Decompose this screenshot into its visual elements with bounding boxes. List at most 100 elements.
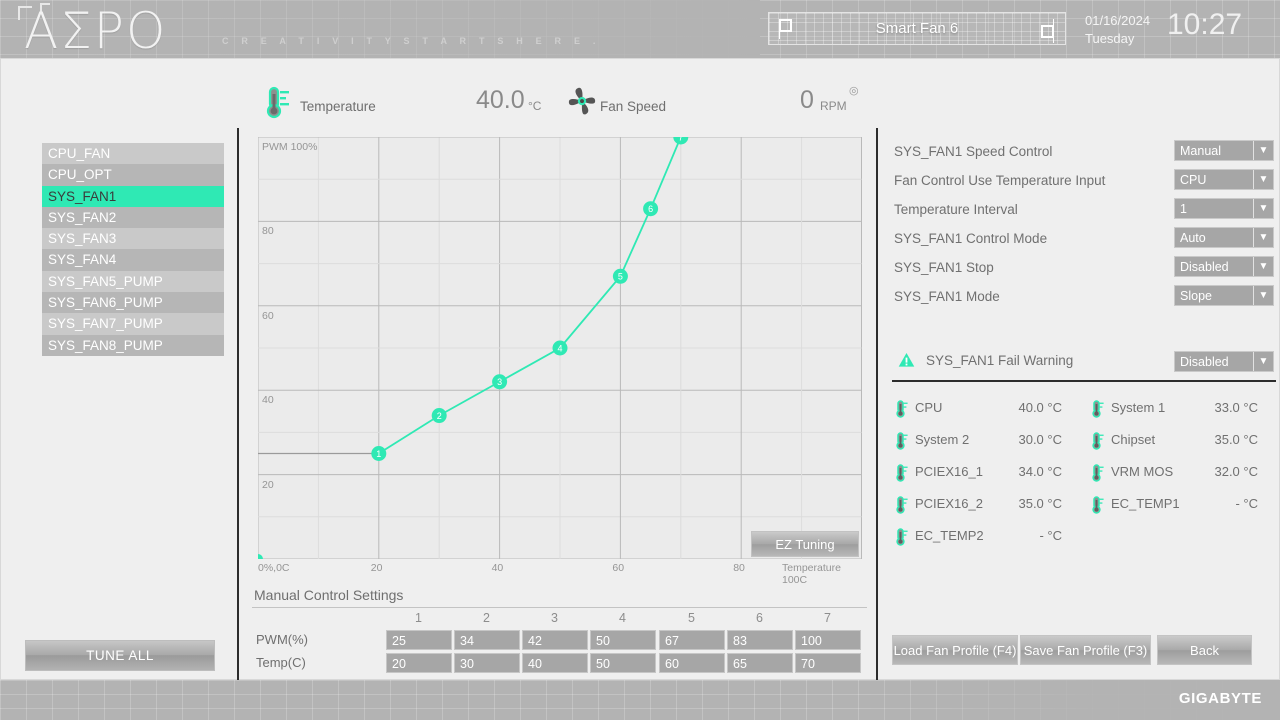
thermometer-small-icon [1090,400,1104,423]
fail-warning-separator [892,380,1276,382]
manual-control-cell[interactable]: 50 [590,630,656,650]
setting-dropdown[interactable]: Auto▼ [1174,227,1274,248]
sensor-name: EC_TEMP2 [915,528,984,543]
manual-control-cell[interactable]: 40 [522,653,588,673]
fail-warning-dropdown[interactable]: Disabled ▼ [1174,351,1274,372]
divider-right [876,128,878,680]
smart-fan-app: ΑΣΡΟ C R E A T I V I T Y S T A R T S H E… [0,0,1280,720]
page-title-plate: Smart Fan 6 [768,12,1066,45]
setting-label: SYS_FAN1 Speed Control [894,144,1052,159]
sidebar-item-sys_fan3[interactable]: SYS_FAN3 [42,228,224,249]
chart-plot-area[interactable]: 1234567 [258,137,862,559]
manual-control-cell[interactable]: 67 [659,630,725,650]
setting-label: SYS_FAN1 Control Mode [894,231,1047,246]
chart-y-tick: 40 [262,394,274,406]
sensor-value: 32.0 °C [1180,464,1258,479]
chevron-down-icon[interactable]: ▼ [1253,141,1273,160]
aero-tagline: C R E A T I V I T Y S T A R T S H E R E … [222,36,601,46]
thermometer-small-icon [1090,432,1104,455]
sidebar-item-sys_fan4[interactable]: SYS_FAN4 [42,249,224,270]
setting-dropdown[interactable]: Disabled▼ [1174,256,1274,277]
sidebar-item-label: SYS_FAN8_PUMP [48,338,163,353]
sidebar-item-sys_fan2[interactable]: SYS_FAN2 [42,207,224,228]
manual-control-cell[interactable]: 65 [727,653,793,673]
chevron-down-icon[interactable]: ▼ [1253,170,1273,189]
gigabyte-logo: GIGABYTE [1179,690,1262,707]
divider-left [237,128,239,680]
thermometer-small-icon [894,496,908,519]
fanspeed-unit: RPM [820,99,847,113]
sidebar-item-sys_fan8_pump[interactable]: SYS_FAN8_PUMP [42,335,224,356]
manual-control-rule [252,607,867,608]
sensor-name: PCIEX16_2 [915,496,983,511]
sensor-value: 40.0 °C [984,400,1062,415]
chevron-down-icon[interactable]: ▼ [1253,228,1273,247]
setting-value: Auto [1175,231,1253,245]
tune-all-button[interactable]: TUNE ALL [25,640,215,671]
chart-x-axis-labels: 0%,0C20406080Temperature 100C [258,562,868,578]
sidebar-item-cpu_fan[interactable]: CPU_FAN [42,143,224,164]
sensor-name: PCIEX16_1 [915,464,983,479]
manual-control-cell[interactable]: 100 [795,630,861,650]
sensor-cell: Chipset35.0 °C [1090,428,1280,460]
app-footer: GIGABYTE [0,680,1280,720]
chart-x-tick: 20 [371,562,383,574]
sensor-cell: EC_TEMP1- °C [1090,492,1280,524]
fan-curve-chart[interactable]: 1234567 [258,137,862,559]
manual-control-cell[interactable]: 30 [454,653,520,673]
sensor-cell: VRM MOS32.0 °C [1090,460,1280,492]
sidebar-item-sys_fan1[interactable]: SYS_FAN1 [42,186,224,207]
chevron-down-icon[interactable]: ▼ [1253,199,1273,218]
action-button-back[interactable]: Back [1157,635,1252,665]
manual-control-cell[interactable]: 70 [795,653,861,673]
manual-control-cell[interactable]: 34 [454,630,520,650]
setting-dropdown[interactable]: CPU▼ [1174,169,1274,190]
chart-point-label-7: 7 [678,137,683,142]
sensor-cell: PCIEX16_134.0 °C [894,460,1084,492]
sensor-value: 30.0 °C [984,432,1062,447]
manual-control-cell[interactable]: 60 [659,653,725,673]
manual-control-cell[interactable]: 83 [727,630,793,650]
manual-control-cell[interactable]: 20 [386,653,452,673]
chevron-down-icon[interactable]: ▼ [1253,257,1273,276]
setting-label: Fan Control Use Temperature Input [894,173,1105,188]
setting-label: SYS_FAN1 Mode [894,289,1000,304]
sensor-cell: CPU40.0 °C [894,396,1084,428]
chart-y-tick: PWM 100% [262,141,317,153]
fan-list[interactable]: CPU_FANCPU_OPTSYS_FAN1SYS_FAN2SYS_FAN3SY… [42,143,224,356]
sidebar-item-sys_fan5_pump[interactable]: SYS_FAN5_PUMP [42,271,224,292]
temperature-value: 40.0 [476,86,525,115]
temperature-unit: °C [528,99,541,113]
manual-control-row-label: PWM(%) [256,632,308,647]
app-header: ΑΣΡΟ C R E A T I V I T Y S T A R T S H E… [0,0,1280,58]
sidebar-item-sys_fan6_pump[interactable]: SYS_FAN6_PUMP [42,292,224,313]
chart-point-label-3: 3 [497,377,502,387]
fail-warning-row[interactable]: SYS_FAN1 Fail Warning Disabled ▼ [894,350,1274,374]
manual-control-cell[interactable]: 50 [590,653,656,673]
chevron-down-icon[interactable]: ▼ [1253,352,1273,371]
sidebar-item-sys_fan7_pump[interactable]: SYS_FAN7_PUMP [42,313,224,334]
chart-canvas[interactable]: 1234567 [258,137,862,559]
chart-point-label-6: 6 [648,204,653,214]
manual-control-column-headers: 1234567 [252,609,867,629]
manual-control-row-label: Temp(C) [256,655,306,670]
sidebar-item-cpu_opt[interactable]: CPU_OPT [42,164,224,185]
setting-label: SYS_FAN1 Stop [894,260,994,275]
chevron-down-icon[interactable]: ▼ [1253,286,1273,305]
action-buttons-row[interactable]: Load Fan Profile (F4)Save Fan Profile (F… [892,635,1276,665]
setting-dropdown[interactable]: Manual▼ [1174,140,1274,161]
manual-control-cell[interactable]: 25 [386,630,452,650]
chart-point-label-5: 5 [618,272,623,282]
manual-control-cell[interactable]: 42 [522,630,588,650]
sensor-value: 33.0 °C [1180,400,1258,415]
setting-dropdown[interactable]: 1▼ [1174,198,1274,219]
action-button-save-fan-profile[interactable]: Save Fan Profile (F3) [1020,635,1151,665]
fan-icon [567,86,597,123]
chart-x-tick: 0%,0C [258,562,290,574]
fan-settings-list[interactable]: SYS_FAN1 Speed Control Manual▼ Fan Control… [894,140,1274,314]
sidebar-item-label: SYS_FAN2 [48,210,116,225]
setting-dropdown[interactable]: Slope▼ [1174,285,1274,306]
ez-tuning-button[interactable]: EZ Tuning [751,531,859,557]
setting-row: SYS_FAN1 Mode Slope▼ [894,285,1274,314]
action-button-load-fan-profile[interactable]: Load Fan Profile (F4) [892,635,1018,665]
